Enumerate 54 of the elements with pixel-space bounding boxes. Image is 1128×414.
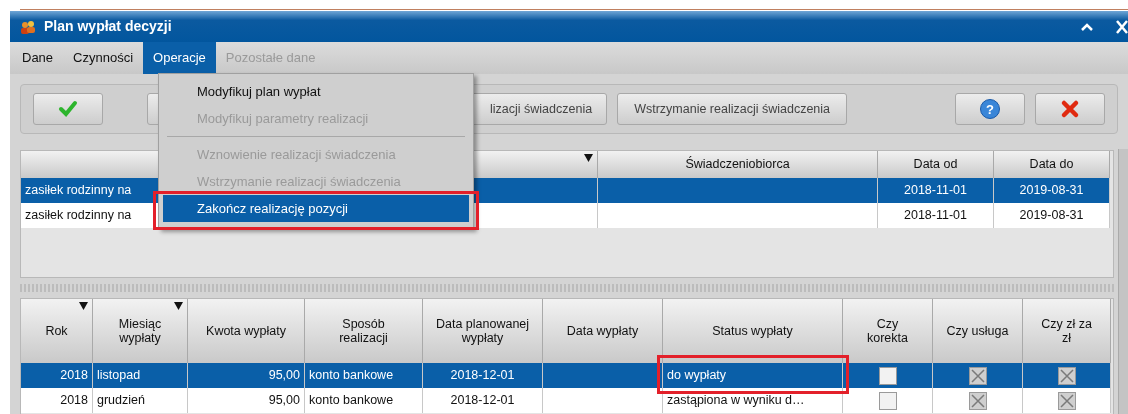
help-button[interactable]: ? <box>955 93 1025 125</box>
window-title: Plan wypłat decyzji <box>44 17 173 36</box>
column-header[interactable]: Status wypłaty <box>663 299 843 363</box>
cancel-icon <box>1060 99 1080 119</box>
table-cell: zastąpiona w wyniku d… <box>663 388 843 413</box>
table-cell: 95,00 <box>188 363 305 388</box>
column-header[interactable]: Data do <box>994 151 1110 178</box>
checkbox[interactable] <box>878 366 897 385</box>
sort-arrow-icon[interactable] <box>79 302 88 310</box>
close-icon[interactable] <box>1116 19 1128 34</box>
table-cell: konto bankowe <box>305 363 423 388</box>
checkbox[interactable] <box>1057 391 1076 410</box>
column-header[interactable]: Świadczeniobiorca <box>598 151 878 178</box>
table-cell: 2018 <box>21 388 93 413</box>
column-header[interactable]: Czy zł za zł <box>1023 299 1111 363</box>
checkbox[interactable] <box>968 366 987 385</box>
cancel-button[interactable] <box>1035 93 1105 125</box>
table-cell: 2018-11-01 <box>878 178 994 203</box>
menu-item[interactable]: Operacje <box>143 42 216 74</box>
table-cell: 2019-08-31 <box>994 203 1110 228</box>
collapse-icon[interactable] <box>1080 21 1094 32</box>
column-header[interactable]: Data planowanej wypłaty <box>423 299 543 363</box>
table-cell: konto bankowe <box>305 388 423 413</box>
ok-button[interactable] <box>33 93 103 125</box>
people-icon <box>20 18 36 35</box>
check-icon <box>58 99 78 119</box>
column-header[interactable]: Kwota wypłaty <box>188 299 305 363</box>
column-header[interactable]: Czy korekta <box>843 299 933 363</box>
toolbar-button[interactable]: Wstrzymanie realizacji świadczenia <box>617 93 848 125</box>
table-cell: listopad <box>93 363 188 388</box>
scrollbar[interactable] <box>1118 149 1128 414</box>
table-cell: do wypłaty <box>663 363 843 388</box>
checkbox[interactable] <box>968 391 987 410</box>
column-header[interactable]: Data wypłaty <box>543 299 663 363</box>
table-cell: 2018-12-01 <box>423 388 543 413</box>
menu-item[interactable]: Zakończ realizację pozycji <box>163 195 469 222</box>
splitter-handle[interactable] <box>20 284 1114 292</box>
column-header[interactable]: Data od <box>878 151 994 178</box>
column-header[interactable]: Miesiąc wypłaty <box>93 299 188 363</box>
table-cell: 2018-12-01 <box>423 363 543 388</box>
table-cell: grudzień <box>93 388 188 413</box>
table-cell: 2019-08-31 <box>994 178 1110 203</box>
column-header[interactable]: Sposób realizacji <box>305 299 423 363</box>
menu-item[interactable]: Dane <box>12 42 64 74</box>
table-cell: 2018 <box>21 363 93 388</box>
table-cell: 2018-11-01 <box>878 203 994 228</box>
menu-item[interactable]: Czynności <box>63 42 144 74</box>
checkbox[interactable] <box>1057 366 1076 385</box>
checkbox[interactable] <box>878 391 897 410</box>
table-cell: 95,00 <box>188 388 305 413</box>
sort-arrow-icon[interactable] <box>174 302 183 310</box>
column-header[interactable]: Rok <box>21 299 93 363</box>
column-header[interactable]: Czy usługa <box>933 299 1023 363</box>
sort-arrow-icon[interactable] <box>584 154 593 162</box>
